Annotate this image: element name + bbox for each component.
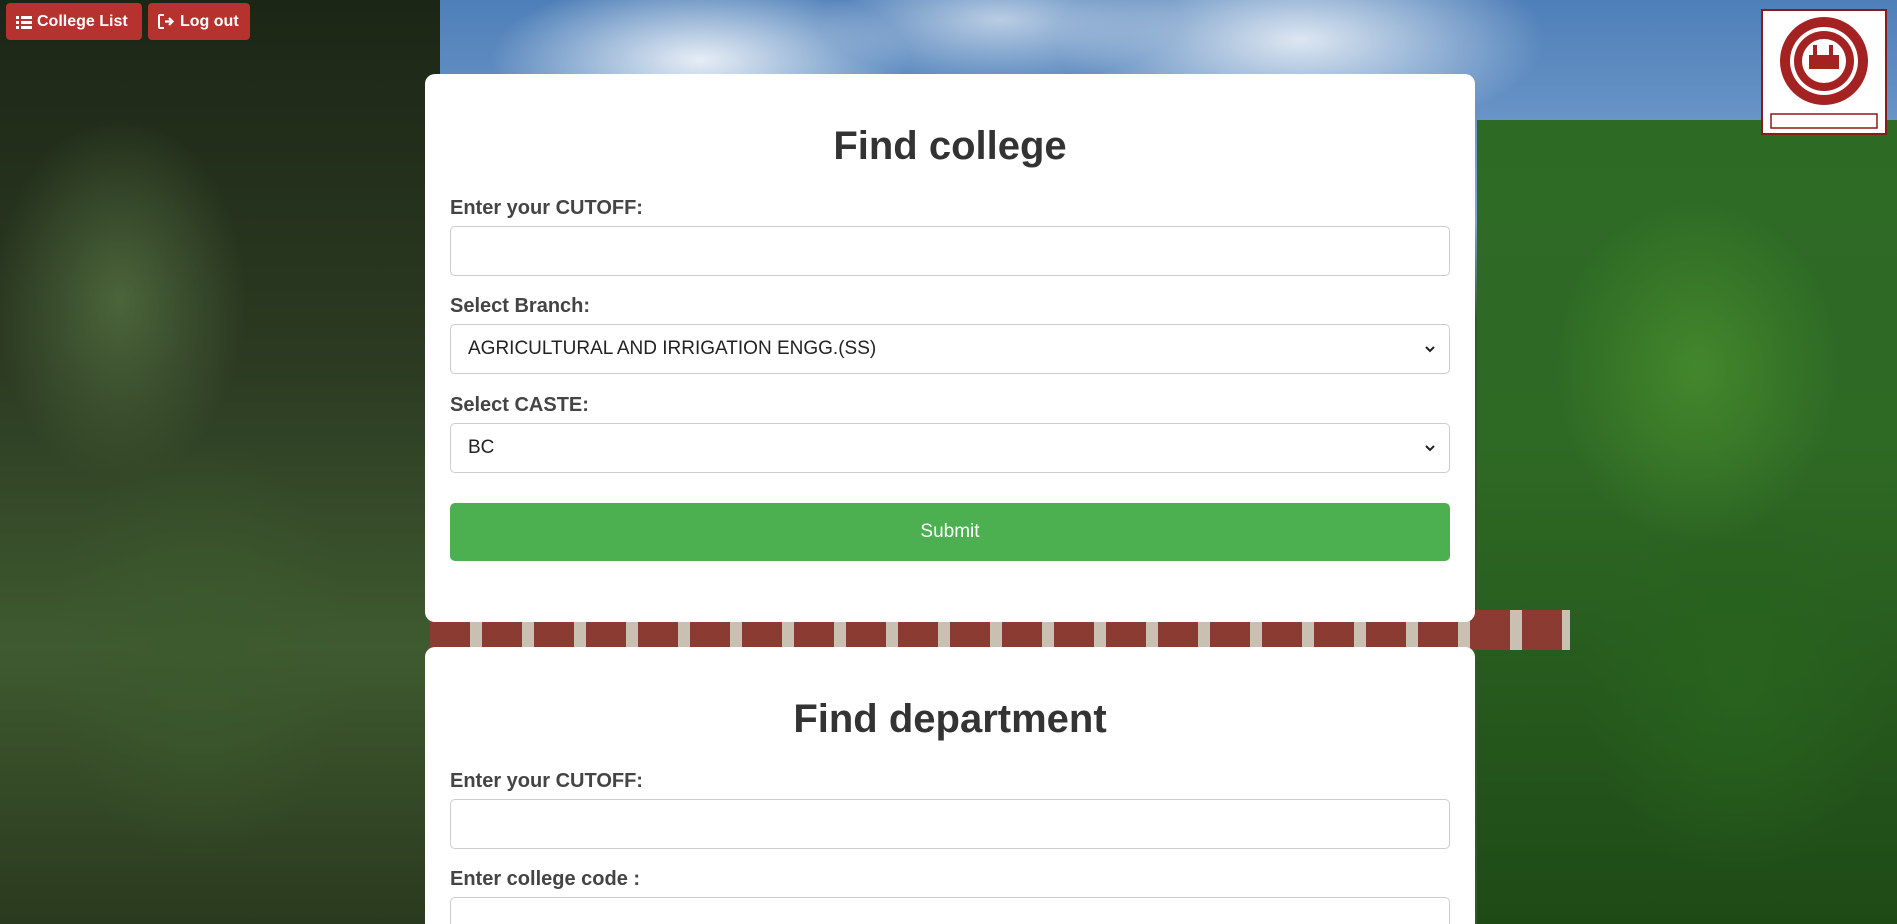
background-trees-right: [1477, 120, 1897, 924]
chevron-down-icon: [1425, 346, 1435, 353]
caste-label: Select CASTE:: [450, 394, 589, 416]
sign-out-icon: [158, 14, 175, 29]
college-code-input[interactable]: [450, 897, 1450, 924]
college-code-label: Enter college code :: [450, 868, 641, 890]
log-out-label: Log out: [180, 12, 239, 30]
caste-select[interactable]: BC: [450, 423, 1450, 473]
cutoff-input[interactable]: [450, 226, 1450, 276]
department-cutoff-label: Enter your CUTOFF:: [450, 770, 643, 792]
college-list-button[interactable]: College List: [6, 3, 142, 40]
college-list-label: College List: [37, 12, 128, 30]
find-college-card: Find college Enter your CUTOFF: Select B…: [425, 74, 1475, 622]
branch-select-value: AGRICULTURAL AND IRRIGATION ENGG.(SS): [468, 338, 877, 359]
background-trees-left: [0, 0, 440, 924]
branch-select[interactable]: AGRICULTURAL AND IRRIGATION ENGG.(SS): [450, 324, 1450, 374]
find-department-title: Find department: [793, 697, 1107, 741]
find-college-title: Find college: [833, 124, 1067, 168]
anna-university-logo: [1761, 9, 1887, 135]
list-icon: [16, 15, 32, 29]
cutoff-label: Enter your CUTOFF:: [450, 197, 643, 219]
caste-select-value: BC: [468, 437, 495, 458]
log-out-button[interactable]: Log out: [148, 3, 250, 40]
chevron-down-icon: [1425, 445, 1435, 452]
department-cutoff-input[interactable]: [450, 799, 1450, 849]
branch-label: Select Branch:: [450, 295, 591, 317]
find-department-card: Find department Enter your CUTOFF: Enter…: [425, 647, 1475, 924]
submit-button[interactable]: Submit: [450, 503, 1450, 561]
